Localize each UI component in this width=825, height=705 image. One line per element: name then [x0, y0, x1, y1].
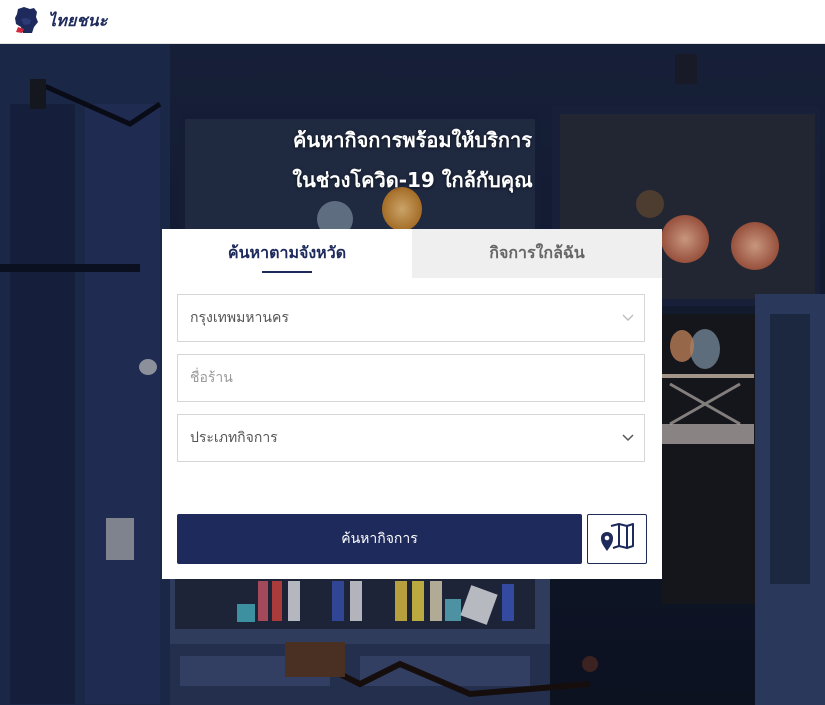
map-view-button[interactable]: [587, 514, 647, 564]
raised-fist-icon: [12, 5, 40, 39]
search-business-button[interactable]: ค้นหากิจการ: [177, 514, 582, 564]
province-value: กรุงเทพมหานคร: [190, 310, 289, 326]
chevron-down-icon: [622, 432, 634, 448]
business-type-value: ประเภทกิจการ: [190, 430, 278, 446]
search-tabs: ค้นหาตามจังหวัด กิจการใกล้ฉัน: [162, 229, 662, 278]
logo-text: ไทยชนะ: [48, 11, 108, 30]
shop-name-placeholder: ชื่อร้าน: [190, 370, 233, 386]
business-type-select[interactable]: ประเภทกิจการ: [177, 414, 645, 462]
tab-nearby-businesses[interactable]: กิจการใกล้ฉัน: [412, 229, 662, 278]
tab-search-by-province[interactable]: ค้นหาตามจังหวัด: [162, 229, 412, 278]
active-tab-indicator: [262, 271, 312, 273]
chevron-down-icon: [622, 312, 634, 328]
tab-label: กิจการใกล้ฉัน: [489, 243, 585, 262]
shop-name-input[interactable]: ชื่อร้าน: [177, 354, 645, 402]
brand-logo[interactable]: ไทยชนะ: [12, 5, 108, 39]
headline-line-2: ในช่วงโควิด-19 ใกล้กับคุณ: [292, 168, 533, 192]
tab-label: ค้นหาตามจังหวัด: [227, 243, 347, 262]
headline-line-1: ค้นหากิจการพร้อมให้บริการ: [293, 128, 532, 152]
top-header: ไทยชนะ: [0, 0, 825, 44]
province-select[interactable]: กรุงเทพมหานคร: [177, 294, 645, 342]
search-card: ค้นหาตามจังหวัด กิจการใกล้ฉัน กรุงเทพมหา…: [162, 229, 662, 579]
map-pin-icon: [599, 522, 635, 556]
